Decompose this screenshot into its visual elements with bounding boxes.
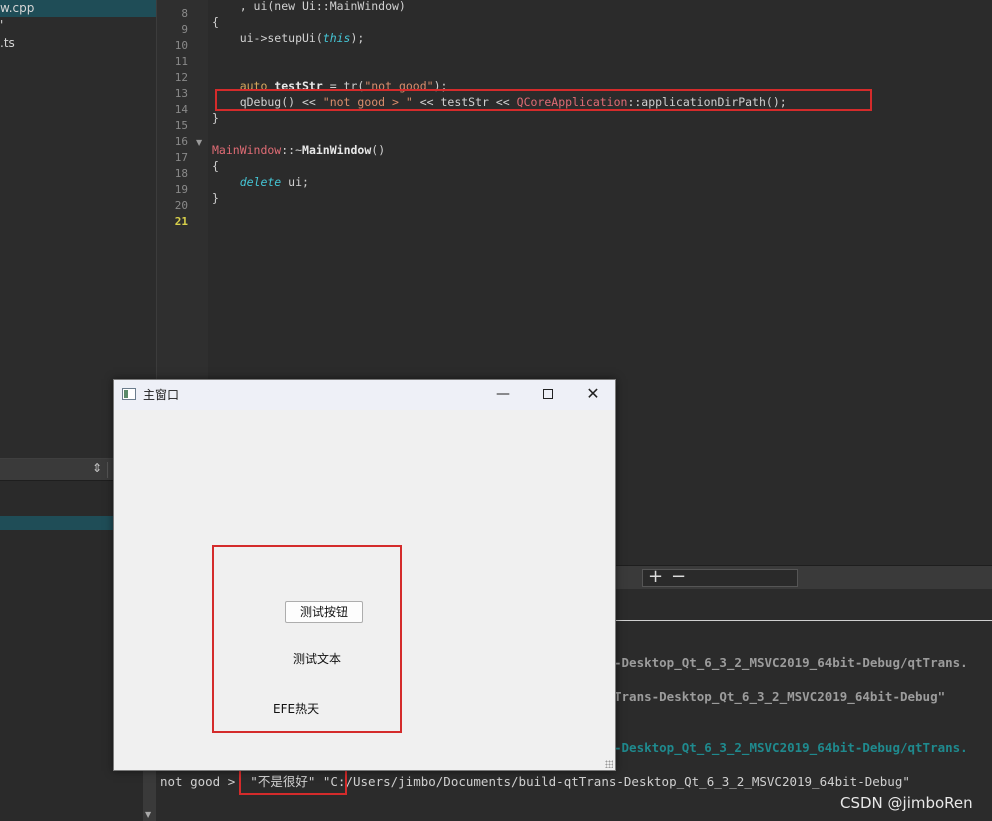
code-token: MainWindow: [212, 143, 282, 157]
app-window-icon: [122, 388, 136, 400]
code-token: delete: [212, 175, 289, 189]
line-number: 17: [174, 151, 188, 164]
output-line: -Desktop_Qt_6_3_2_MSVC2019_64bit-Debug/q…: [614, 655, 968, 670]
code-line: delete ui;: [212, 174, 309, 190]
code-token: }: [212, 191, 219, 205]
line-number: 12: [174, 71, 188, 84]
file-item-ts[interactable]: .ts: [0, 35, 156, 52]
line-number: 13: [174, 87, 188, 100]
line-number: 8: [181, 7, 188, 20]
line-number: 11: [174, 55, 188, 68]
code-token: }: [212, 111, 219, 125]
code-line: {: [212, 158, 219, 174]
window-title: 主窗口: [143, 388, 180, 402]
maximize-button[interactable]: [525, 380, 571, 410]
code-token: {: [212, 15, 219, 29]
minimize-button[interactable]: —: [480, 380, 526, 410]
line-number: 15: [174, 119, 188, 132]
main-window: 主窗口 — ✕ 测试按钮 测试文本 EFE热天: [113, 379, 616, 771]
up-down-arrow-icon[interactable]: ⇕: [92, 461, 102, 475]
fold-arrow-icon[interactable]: ▼: [196, 138, 202, 147]
code-token: (): [371, 143, 386, 157]
scrollbar[interactable]: ▼: [143, 770, 156, 821]
code-line: {: [212, 14, 219, 30]
divider: [107, 462, 108, 478]
highlight-box: [212, 545, 402, 733]
output-line: Trans-Desktop_Qt_6_3_2_MSVC2019_64bit-De…: [614, 689, 946, 704]
code-token: );: [350, 31, 365, 45]
filter-field[interactable]: [642, 569, 798, 587]
line-number: 9: [181, 23, 188, 36]
line-number: 16: [174, 135, 188, 148]
output-line: -Desktop_Qt_6_3_2_MSVC2019_64bit-Debug/q…: [614, 740, 968, 755]
current-line-number: 21: [174, 215, 188, 228]
code-line: MainWindow::~MainWindow(): [212, 142, 385, 158]
line-number: 20: [174, 199, 188, 212]
highlight-box: [239, 769, 347, 795]
code-line: }: [212, 110, 219, 126]
highlight-box: [215, 89, 872, 111]
code-token: ui;: [288, 175, 309, 189]
resize-grip[interactable]: [605, 760, 613, 768]
code-line: ui->setupUi(this);: [212, 30, 365, 46]
code-line: }: [212, 190, 219, 206]
window-titlebar[interactable]: 主窗口 — ✕: [114, 380, 615, 410]
line-number: 10: [174, 39, 188, 52]
line-number: 19: [174, 183, 188, 196]
line-number: 18: [174, 167, 188, 180]
file-item[interactable]: ': [0, 17, 156, 34]
code-token: {: [212, 159, 219, 173]
code-line: , ui(new Ui::MainWindow): [212, 0, 406, 14]
scroll-down-icon[interactable]: ▼: [145, 810, 151, 819]
plus-icon[interactable]: +: [648, 566, 663, 587]
code-token: , ui(new Ui::MainWindow): [212, 0, 406, 13]
watermark: CSDN @jimboRen: [840, 794, 973, 812]
code-token: ui->setupUi(: [212, 31, 323, 45]
minus-icon[interactable]: −: [671, 566, 686, 587]
close-button[interactable]: ✕: [570, 380, 616, 410]
code-token: this: [322, 31, 351, 45]
selected-document-row[interactable]: [0, 516, 113, 530]
file-item-cpp[interactable]: w.cpp: [0, 0, 156, 17]
code-token: MainWindow: [302, 143, 372, 157]
maximize-icon: [543, 389, 553, 399]
line-number: 14: [174, 103, 188, 116]
code-token: ::~: [281, 143, 303, 157]
